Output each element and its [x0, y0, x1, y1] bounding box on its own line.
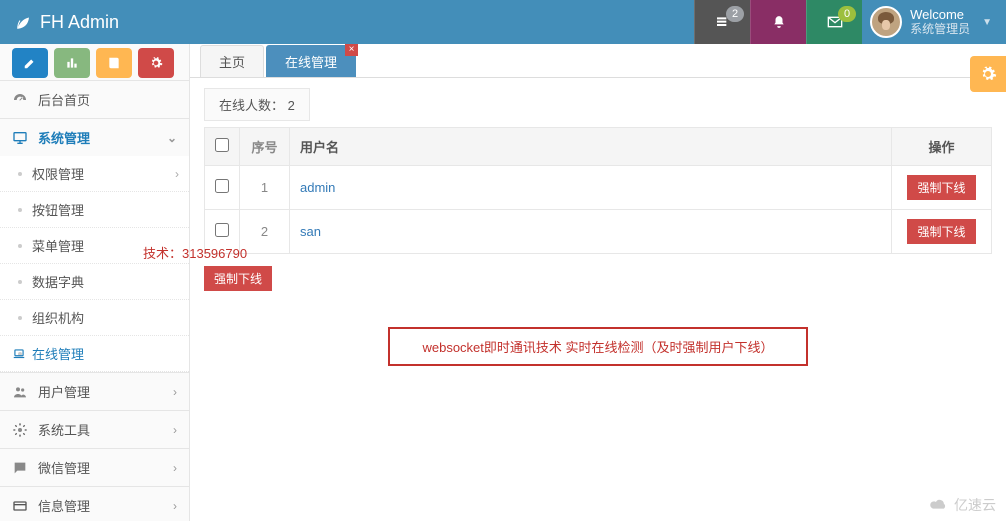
chevron-down-icon: ⌄ — [167, 131, 177, 145]
gear-icon — [149, 56, 163, 70]
book-icon — [107, 56, 121, 70]
submenu-label: 权限管理 — [32, 164, 84, 183]
table-row: 1 admin 强制下线 — [205, 166, 992, 210]
menu-item-info[interactable]: 信息管理 › — [0, 487, 189, 521]
tab-home[interactable]: 主页 — [200, 45, 264, 77]
submenu-label: 在线管理 — [32, 344, 84, 363]
caret-down-icon: ▼ — [982, 17, 992, 28]
notifications-button[interactable] — [750, 0, 806, 44]
contact-overlay: 技术：313596790 — [143, 243, 247, 262]
tab-label: 主页 — [219, 55, 245, 70]
summary-label: 在线人数： — [219, 98, 284, 113]
note-box: websocket即时通讯技术 实时在线检测（及时强制用户下线） — [388, 327, 808, 366]
menu: 后台首页 系统管理 ⌄ 权限管理 › 按钮管理 菜单管理 数据字典 组织机构 在线管… — [0, 80, 189, 521]
col-serial: 序号 — [240, 128, 290, 166]
messages-button[interactable]: 0 — [806, 0, 862, 44]
checkbox-all[interactable] — [215, 138, 229, 152]
tab-online[interactable]: 在线管理 × — [266, 45, 356, 77]
menu-item-wechat[interactable]: 微信管理 › — [0, 449, 189, 486]
toolbar-book-button[interactable] — [96, 48, 132, 78]
pencil-icon — [23, 56, 37, 70]
toolbar-settings-button[interactable] — [138, 48, 174, 78]
bell-icon — [772, 14, 786, 30]
user-menu[interactable]: Welcome 系统管理员 ▼ — [862, 6, 1006, 38]
users-table: 序号 用户名 操作 1 admin 强制下线 2 san — [204, 127, 992, 254]
chevron-right-icon: › — [173, 461, 177, 475]
submenu-item-online[interactable]: 在线管理 — [0, 336, 189, 372]
user-text: Welcome 系统管理员 — [910, 8, 970, 35]
users-icon — [12, 384, 28, 400]
sidebar: 后台首页 系统管理 ⌄ 权限管理 › 按钮管理 菜单管理 数据字典 组织机构 在线管… — [0, 44, 190, 521]
chevron-right-icon: › — [175, 167, 179, 181]
sidebar-toolbar — [0, 44, 189, 80]
kick-button[interactable]: 强制下线 — [907, 219, 975, 244]
col-action: 操作 — [892, 128, 992, 166]
kick-selected-button[interactable]: 强制下线 — [204, 266, 272, 291]
tasks-badge: 2 — [726, 6, 744, 22]
submenu-item-perm[interactable]: 权限管理 › — [0, 156, 189, 192]
main: 主页 在线管理 × 在线人数： 2 序号 用户名 操作 — [190, 44, 1006, 521]
tasks-button[interactable]: 2 — [694, 0, 750, 44]
chevron-right-icon: › — [173, 423, 177, 437]
checkbox-row[interactable] — [215, 179, 229, 193]
menu-label: 后台首页 — [38, 90, 90, 109]
leaf-icon — [14, 13, 32, 31]
user-role: 系统管理员 — [910, 22, 970, 36]
submenu-item-btn[interactable]: 按钮管理 — [0, 192, 189, 228]
submenu-system: 权限管理 › 按钮管理 菜单管理 数据字典 组织机构 在线管理 — [0, 156, 189, 372]
chevron-right-icon: › — [173, 499, 177, 513]
chevron-right-icon: › — [173, 385, 177, 399]
avatar — [870, 6, 902, 38]
bar-chart-icon — [65, 56, 79, 70]
cloud-icon — [928, 498, 950, 512]
menu-label: 信息管理 — [38, 496, 90, 515]
kick-button[interactable]: 强制下线 — [907, 175, 975, 200]
menu-label: 微信管理 — [38, 458, 90, 477]
summary-count: 2 — [288, 98, 295, 113]
toolbar-stats-button[interactable] — [54, 48, 90, 78]
online-summary: 在线人数： 2 — [204, 88, 310, 121]
submenu-label: 组织机构 — [32, 308, 84, 327]
settings-float-button[interactable] — [970, 56, 1006, 92]
table-row: 2 san 强制下线 — [205, 210, 992, 254]
submenu-label: 按钮管理 — [32, 200, 84, 219]
col-username: 用户名 — [290, 128, 892, 166]
menu-label: 用户管理 — [38, 382, 90, 401]
tab-bar: 主页 在线管理 × — [190, 44, 1006, 78]
user-link[interactable]: admin — [300, 180, 335, 195]
menu-item-home[interactable]: 后台首页 — [0, 81, 189, 118]
col-checkbox — [205, 128, 240, 166]
watermark-text: 亿速云 — [954, 495, 996, 515]
brand-text: FH Admin — [40, 12, 119, 33]
cell-serial: 1 — [240, 166, 290, 210]
card-icon — [12, 498, 28, 514]
content-area: 在线人数： 2 序号 用户名 操作 1 admin — [190, 78, 1006, 376]
chat-icon — [12, 460, 28, 476]
desktop-icon — [12, 130, 28, 146]
menu-item-tool[interactable]: 系统工具 › — [0, 411, 189, 448]
menu-item-system[interactable]: 系统管理 ⌄ — [0, 119, 189, 156]
tab-label: 在线管理 — [285, 55, 337, 70]
checkbox-row[interactable] — [215, 223, 229, 237]
table-header-row: 序号 用户名 操作 — [205, 128, 992, 166]
menu-label: 系统工具 — [38, 420, 90, 439]
brand: FH Admin — [0, 12, 133, 33]
menu-label: 系统管理 — [38, 128, 90, 147]
gear-icon — [979, 65, 997, 83]
menu-item-user[interactable]: 用户管理 › — [0, 373, 189, 410]
submenu-label: 菜单管理 — [32, 236, 84, 255]
welcome-label: Welcome — [910, 7, 964, 22]
submenu-label: 数据字典 — [32, 272, 84, 291]
watermark: 亿速云 — [928, 495, 996, 515]
messages-badge: 0 — [838, 6, 856, 22]
toolbar-edit-button[interactable] — [12, 48, 48, 78]
user-link[interactable]: san — [300, 224, 321, 239]
close-icon[interactable]: × — [345, 44, 358, 56]
cog-icon — [12, 422, 28, 438]
submenu-item-dict[interactable]: 数据字典 — [0, 264, 189, 300]
dashboard-icon — [12, 92, 28, 108]
submenu-item-org[interactable]: 组织机构 — [0, 300, 189, 336]
laptop-icon — [12, 347, 26, 361]
top-header: FH Admin 2 0 Welcome 系统管理员 ▼ — [0, 0, 1006, 44]
